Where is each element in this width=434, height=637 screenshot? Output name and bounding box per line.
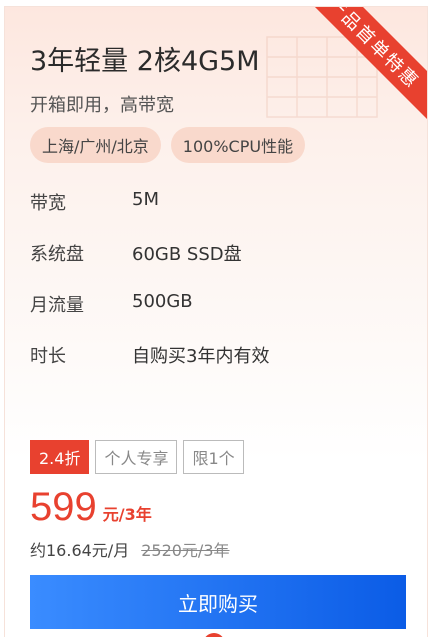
monthly-price: 约16.64元/月 (30, 541, 130, 560)
spec-value: 5M (132, 189, 159, 210)
buy-now-button[interactable]: 立即购买 (30, 575, 406, 629)
product-subtitle: 开箱即用，高带宽 (30, 95, 174, 116)
spec-row-duration: 时长 自购买3年内有效 (30, 342, 269, 368)
personal-badge: 个人专享 (95, 440, 178, 474)
spec-value: 60GB SSD盘 (132, 244, 242, 265)
feature-tags: 上海/广州/北京 100%CPU性能 (30, 127, 306, 163)
spec-row-traffic: 月流量 500GB (30, 291, 193, 317)
cpu-tag: 100%CPU性能 (170, 127, 306, 163)
product-card: 产品首单特惠 3年轻量 2核4G5M 开箱即用，高带宽 上海/广州/北京 100… (4, 6, 428, 637)
discount-badge: 2.4折 (30, 440, 90, 474)
spec-row-bandwidth: 带宽 5M (30, 189, 159, 215)
price: 599 元/3年 (30, 485, 152, 530)
price-amount: 599 (30, 485, 97, 529)
price-unit: 元/3年 (102, 505, 152, 524)
spec-label: 时长 (30, 346, 66, 367)
product-title: 3年轻量 2核4G5M (30, 46, 260, 77)
original-price: 2520元/3年 (141, 541, 230, 560)
spec-row-disk: 系统盘 60GB SSD盘 (30, 240, 242, 266)
spec-value: 自购买3年内有效 (132, 346, 270, 367)
notification-dot (203, 633, 225, 637)
offer-badges: 2.4折 个人专享 限1个 (30, 440, 244, 474)
spec-label: 系统盘 (30, 244, 84, 265)
region-tag: 上海/广州/北京 (30, 127, 161, 163)
limit-badge: 限1个 (183, 440, 244, 474)
spec-label: 月流量 (30, 295, 84, 316)
spec-value: 500GB (132, 291, 193, 312)
sub-price: 约16.64元/月 2520元/3年 (30, 537, 230, 561)
spec-label: 带宽 (30, 193, 66, 214)
